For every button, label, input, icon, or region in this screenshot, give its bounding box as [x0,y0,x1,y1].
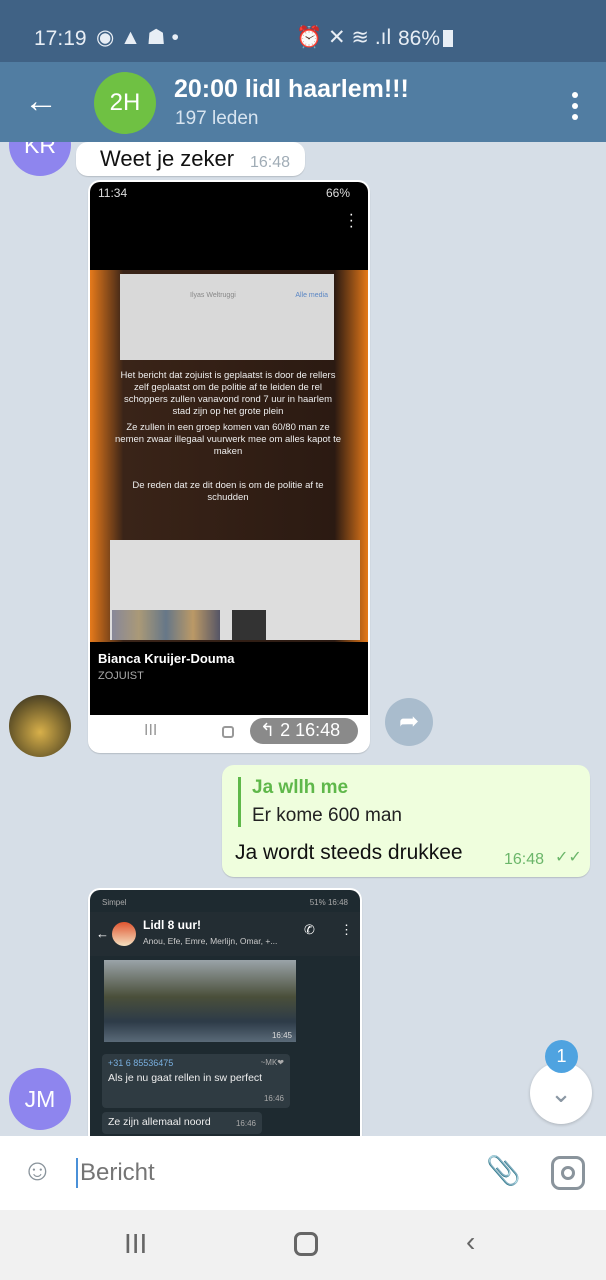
battery-icon [443,30,453,47]
photo-msg-text: Ze zijn allemaal noord [108,1116,211,1128]
recents-icon[interactable]: III [124,1228,147,1260]
emoji-icon[interactable]: ☺ [22,1154,53,1188]
photo-menu-icon: ⋮ [340,922,353,937]
photo-chat-title: Lidl 8 uur! [143,918,201,932]
photo-members: Anou, Efe, Emre, Merlijn, Omar, +... [143,936,278,946]
photo-msg: Ze zijn allemaal noord 16:46 [102,1112,262,1134]
member-count: 197 leden [175,108,259,129]
chat-header: ← 2H 20:00 lidl haarlem!!! 197 leden [0,62,606,142]
photo-content: Ilyas Weltruggi Alle media Het bericht d… [90,270,368,642]
read-checks-icon: ✓✓ [555,849,582,866]
home-icon[interactable] [294,1232,318,1256]
status-bar: 17:19 ◉ ▲ ☗ • ⏰ ✕ ≋ .ıl 86% [0,0,606,62]
system-icons: ⏰ ✕ ≋ .ıl [296,26,392,49]
outgoing-message: Ja wllh me Er kome 600 man Ja wordt stee… [222,765,590,877]
message-time: 16:48 [250,154,291,171]
input-bar: ☺ 📎 [0,1136,606,1210]
message-text: Ja wordt steeds drukkee [235,841,463,864]
photo-nav-home-icon [222,726,234,738]
message-time: 16:48 [504,851,545,868]
reply-sender[interactable]: Ja wllh me [252,777,348,799]
back-arrow-icon[interactable]: ← [24,82,58,121]
message-time: 16:48 [295,720,341,740]
sender-avatar[interactable]: KR [9,142,71,176]
photo-msg-time: 16:46 [263,1094,284,1103]
group-title[interactable]: 20:00 lidl haarlem!!! [174,75,409,104]
photo-back-icon: ← [96,926,109,941]
replies-and-time-badge[interactable]: ↰ 2 16:48 [250,718,358,744]
reply-icon: ↰ [260,720,276,740]
photo[interactable]: 11:34 66% · · · Ilyas Weltruggi Alle media… [90,182,368,715]
photo-msg-text: Als je nu gaat rellen in sw perfect [108,1072,263,1084]
attach-icon[interactable]: 📎 [486,1154,521,1187]
photo-image: 16:45 [104,960,296,1042]
photo-img-time: 16:45 [271,1031,292,1040]
photo-msg: +31 6 85536475 ~MK❤ Als je nu gaat relle… [102,1054,290,1108]
camera-icon[interactable] [551,1156,585,1190]
photo-call-icon: ✆ [304,922,315,937]
photo-phone-header: Ilyas Weltruggi Alle media [120,274,334,360]
photo-header-name: Ilyas Weltruggi [190,292,236,299]
photo-status-time: 11:34 [98,186,128,200]
unread-badge: 1 [545,1040,578,1073]
photo-text: Het bericht dat zojuist is geplaatst is … [120,370,336,417]
photo-msg-sender: +31 6 85536475 [108,1058,174,1068]
photo-message[interactable]: Simpel 51% 16:48 ← Lidl 8 uur! Anou, Efe… [88,888,362,1136]
message-input[interactable] [80,1154,460,1192]
photo-nav-recent-icon: III [144,722,158,739]
message-list[interactable]: KR Weet je zeker 16:48 11:34 66% · · · Ily… [0,142,606,1136]
more-menu-icon[interactable] [570,92,580,125]
photo-menu-icon: · · · [348,206,354,235]
photo-text: Ze zullen in een groep komen van 60/80 m… [115,422,341,457]
message-bubble: Weet je zeker 16:48 [76,142,305,176]
photo-msg-tag: ~MK❤ [260,1058,284,1067]
photo-battery: 66% [325,186,350,200]
photo-author: Bianca Kruijer-Douma [98,651,235,666]
text-cursor [76,1158,78,1188]
group-avatar[interactable]: 2H [94,72,156,134]
reply-count: 2 [280,720,291,740]
photo-header-link: Alle media [295,292,328,299]
message-text: Weet je zeker [100,146,235,171]
photo-battery-time: 51% 16:48 [309,898,348,907]
system-nav-bar: III ‹ [0,1210,606,1280]
sender-avatar[interactable]: JM [9,1068,71,1130]
photo-message[interactable]: 11:34 66% · · · Ilyas Weltruggi Alle media… [88,180,370,753]
photo-author-sub: ZOJUIST [98,670,144,682]
photo-group-avatar [112,922,136,946]
photo-gallery [110,540,360,640]
photo[interactable]: Simpel 51% 16:48 ← Lidl 8 uur! Anou, Efe… [90,890,360,1136]
photo-text: De reden dat ze dit doen is om de politi… [132,480,324,503]
reply-text[interactable]: Er kome 600 man [252,805,402,827]
photo-msg-time: 16:46 [235,1119,256,1128]
notification-icons: ◉ ▲ ☗ • [96,26,179,49]
status-time: 17:19 [34,27,87,50]
reply-bar [238,777,241,827]
sender-photo-avatar[interactable] [9,695,71,757]
forward-icon[interactable]: ➦ [385,698,433,746]
battery-level: 86% [398,27,441,50]
photo-carrier: Simpel [102,898,127,907]
back-nav-icon[interactable]: ‹ [466,1226,475,1258]
